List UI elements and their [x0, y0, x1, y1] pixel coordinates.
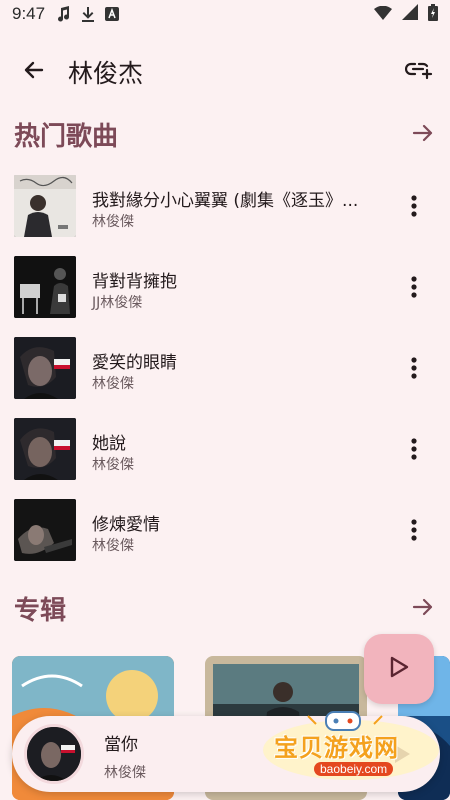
song-row[interactable]: 我對緣分小心翼翼 (劇集《逐玉》... 林俊傑 [0, 166, 450, 247]
arrow-right-icon[interactable] [410, 120, 436, 146]
app-bar: 林俊杰 [0, 46, 450, 92]
download-icon [81, 6, 95, 22]
arrow-left-icon[interactable] [20, 56, 48, 84]
more-vert-icon[interactable] [400, 354, 428, 382]
more-vert-icon[interactable] [400, 192, 428, 220]
arrow-right-icon[interactable] [410, 594, 436, 620]
song-row[interactable]: 她說 林俊傑 [0, 409, 450, 490]
more-vert-icon[interactable] [400, 435, 428, 463]
song-title: 愛笑的眼睛 [92, 353, 177, 373]
hot-songs-list: 我對緣分小心翼翼 (劇集《逐玉》... 林俊傑 背對背擁抱 JJ林俊傑 愛笑的眼… [0, 166, 450, 571]
hot-songs-title: 热门歌曲 [14, 122, 119, 152]
song-row[interactable]: 背對背擁抱 JJ林俊傑 [0, 247, 450, 328]
more-vert-icon[interactable] [400, 516, 428, 544]
watermark-logo: 宝贝游戏网 baobeiy.com [256, 708, 446, 788]
play-icon [388, 655, 410, 683]
song-row[interactable]: 愛笑的眼睛 林俊傑 [0, 328, 450, 409]
song-artist: 林俊傑 [92, 376, 134, 392]
wifi-icon [374, 5, 392, 24]
player-cover-image [24, 724, 84, 784]
song-title: 修煉愛情 [92, 515, 160, 535]
player-artist: 林俊傑 [104, 765, 146, 781]
song-cover-image [14, 256, 76, 318]
albums-header: 专辑 [0, 586, 450, 626]
song-title: 我對緣分小心翼翼 (劇集《逐玉》... [92, 191, 359, 211]
status-bar: 9:47 [0, 0, 450, 28]
song-artist: JJ林俊傑 [92, 295, 143, 311]
player-title: 當你 [104, 735, 138, 755]
song-cover-image [14, 418, 76, 480]
watermark-text: 宝贝游戏网 [274, 734, 399, 762]
song-cover-image [14, 499, 76, 561]
battery-icon [428, 3, 438, 25]
watermark-url: baobeiy.com [314, 762, 394, 776]
song-title: 背對背擁抱 [92, 272, 177, 292]
song-row[interactable]: 修煉愛情 林俊傑 [0, 490, 450, 571]
albums-title: 专辑 [14, 596, 67, 626]
hot-songs-header: 热门歌曲 [0, 112, 450, 152]
font-a-icon [105, 7, 120, 21]
play-all-button[interactable] [364, 634, 434, 704]
song-artist: 林俊傑 [92, 457, 134, 473]
music-note-icon [57, 6, 71, 22]
song-artist: 林俊傑 [92, 214, 134, 230]
playlist-add-icon[interactable] [404, 56, 434, 84]
more-vert-icon[interactable] [400, 273, 428, 301]
page-title: 林俊杰 [68, 59, 144, 88]
song-cover-image [14, 175, 76, 237]
signal-icon [402, 4, 418, 24]
song-cover-image [14, 337, 76, 399]
song-title: 她說 [92, 434, 126, 454]
song-artist: 林俊傑 [92, 538, 134, 554]
status-time: 9:47 [12, 4, 46, 23]
